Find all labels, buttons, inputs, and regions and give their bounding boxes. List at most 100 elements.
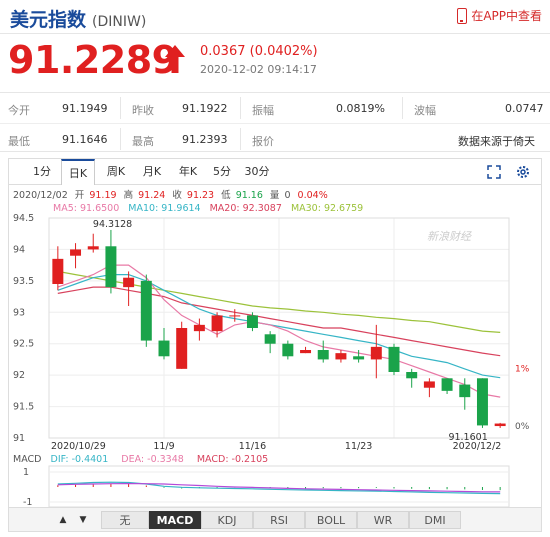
stats-row: 最低 91.1646 最高 91.2393 报价 数据来源于倚天: [0, 123, 550, 153]
info-vol: 0: [284, 190, 290, 201]
stat-label: 振幅: [252, 104, 274, 117]
candle-body: [140, 280, 152, 341]
symbol-code: (DINIW): [92, 14, 147, 30]
tab-yearly[interactable]: 年K: [171, 159, 205, 185]
tab-rsi[interactable]: RSI: [253, 511, 305, 529]
kline-chart[interactable]: 2020/12/02 开 91.19 高 91.24 收 91.23 低 91.…: [9, 186, 541, 508]
divider: [240, 97, 241, 119]
tab-5min[interactable]: 5分: [207, 159, 237, 185]
price-change: 0.0367 (0.0402%): [200, 44, 318, 59]
y-tick-label: 93.5: [13, 276, 34, 287]
macd-tick-label: 1: [23, 467, 29, 478]
stat-label: 报价: [252, 135, 274, 148]
tab-wr[interactable]: WR: [357, 511, 409, 529]
candle-body: [441, 378, 453, 391]
macd-label: MACD: [13, 454, 41, 465]
tab-kdj[interactable]: KDJ: [201, 511, 253, 529]
tab-none[interactable]: 无: [101, 511, 149, 529]
next-button[interactable]: ▼: [75, 512, 91, 528]
prev-button[interactable]: ▲: [55, 512, 71, 528]
candle-body: [423, 381, 435, 388]
divider: [120, 97, 121, 119]
candle-body: [123, 277, 135, 288]
page-title: 美元指数 (DINIW): [10, 9, 147, 31]
stats-panel: 今开 91.1949 昨收 91.1922 振幅 0.0819% 波幅 0.07…: [0, 92, 550, 152]
tab-daily[interactable]: 日K: [61, 159, 95, 185]
candle-body: [494, 423, 506, 427]
candle-body: [70, 249, 82, 256]
x-tick-label: 2020/10/29: [51, 441, 106, 452]
info-close: 91.23: [187, 190, 214, 201]
info-open-label: 开: [75, 190, 85, 201]
stat-value: 91.2393: [182, 133, 228, 146]
dea-line: [57, 482, 501, 493]
candle-body: [459, 384, 471, 398]
tab-weekly[interactable]: 周K: [99, 159, 133, 185]
phone-icon: [457, 7, 468, 24]
tab-30min[interactable]: 30分: [241, 159, 273, 185]
open-in-app-link[interactable]: 在APP中查看: [457, 7, 542, 24]
macd-info-line: MACD DIF: -0.4401 DEA: -0.3348 MACD: -0.…: [13, 454, 268, 465]
period-tabs: 1分 日K 周K 月K 年K 5分 30分: [9, 159, 541, 185]
divider: [240, 128, 241, 150]
stat-label: 波幅: [414, 104, 436, 117]
candle-body: [317, 350, 329, 360]
stat-value: 0.0747: [505, 102, 544, 115]
tab-1min[interactable]: 1分: [27, 159, 57, 185]
quote-time: 2020-12-02 09:14:17: [200, 63, 317, 76]
x-tick-label: 11/9: [153, 441, 174, 452]
x-axis: 2020/10/29 11/9 11/16 11/23 2020/12/2: [51, 441, 501, 452]
kline-chart-panel: 1分 日K 周K 月K 年K 5分 30分 2020/12/02 开 91.19…: [8, 158, 542, 532]
tab-boll[interactable]: BOLL: [305, 511, 357, 529]
y-tick-label: 94: [13, 244, 25, 255]
ma-line: MA5: 91.6500 MA10: 91.9614 MA20: 92.3087…: [53, 203, 363, 214]
candle-body: [158, 340, 170, 357]
candle-body: [105, 246, 117, 288]
candle-body: [193, 324, 205, 332]
watermark: 新浪财经: [427, 230, 472, 243]
gear-icon[interactable]: [515, 164, 531, 180]
candle-body: [370, 346, 382, 360]
info-low-label: 低: [221, 189, 231, 201]
candle-body: [406, 372, 418, 379]
info-close-label: 收: [172, 189, 182, 201]
stat-label: 昨收: [132, 104, 154, 117]
info-high-label: 高: [124, 189, 134, 201]
indicator-tabs: ▲ ▼ 无 MACD KDJ RSI BOLL WR DMI: [9, 507, 541, 531]
info-line: 2020/12/02 开 91.19 高 91.24 收 91.23 低 91.…: [13, 189, 328, 201]
stat-label: 今开: [8, 104, 30, 117]
data-source: 数据来源于倚天: [458, 135, 535, 148]
ma5-label: MA5: 91.6500: [53, 203, 119, 214]
macd-value-label: MACD: -0.2105: [197, 454, 268, 465]
candle-body: [476, 378, 488, 426]
tab-dmi[interactable]: DMI: [409, 511, 461, 529]
candle-body: [229, 315, 241, 317]
info-low: 91.16: [236, 190, 263, 201]
stats-row: 今开 91.1949 昨收 91.1922 振幅 0.0819% 波幅 0.07…: [0, 93, 550, 123]
tab-monthly[interactable]: 月K: [135, 159, 169, 185]
candle-body: [246, 315, 258, 328]
min-price-label: 91.1601: [448, 432, 487, 443]
dif-label: DIF: -0.4401: [51, 454, 109, 465]
stat-label: 最高: [132, 135, 154, 148]
info-high: 91.24: [138, 190, 165, 201]
tab-macd[interactable]: MACD: [149, 511, 201, 529]
arrow-up-icon: [165, 45, 185, 73]
macd-chart: 1-1: [23, 465, 510, 508]
stat-value: 91.1922: [182, 102, 228, 115]
title-bar: 美元指数 (DINIW) 在APP中查看: [0, 0, 550, 34]
y-tick-label: 91.5: [13, 402, 34, 413]
divider: [402, 97, 403, 119]
max-price-label: 94.3128: [93, 219, 132, 230]
y-axis: 94.5 94 93.5 93 92.5 92 91.5 91: [13, 213, 34, 444]
fullscreen-icon[interactable]: [487, 165, 501, 179]
candle-body: [335, 353, 347, 360]
right-tick-label: 1%: [515, 365, 530, 375]
candle-body: [353, 356, 365, 360]
right-tick-label: 0%: [515, 422, 530, 432]
stat-value: 91.1646: [62, 133, 108, 146]
y-tick-label: 92.5: [13, 339, 34, 350]
y-tick-label: 91: [13, 433, 25, 444]
stat-value: 91.1949: [62, 102, 108, 115]
info-pct: 0.04%: [298, 190, 328, 201]
